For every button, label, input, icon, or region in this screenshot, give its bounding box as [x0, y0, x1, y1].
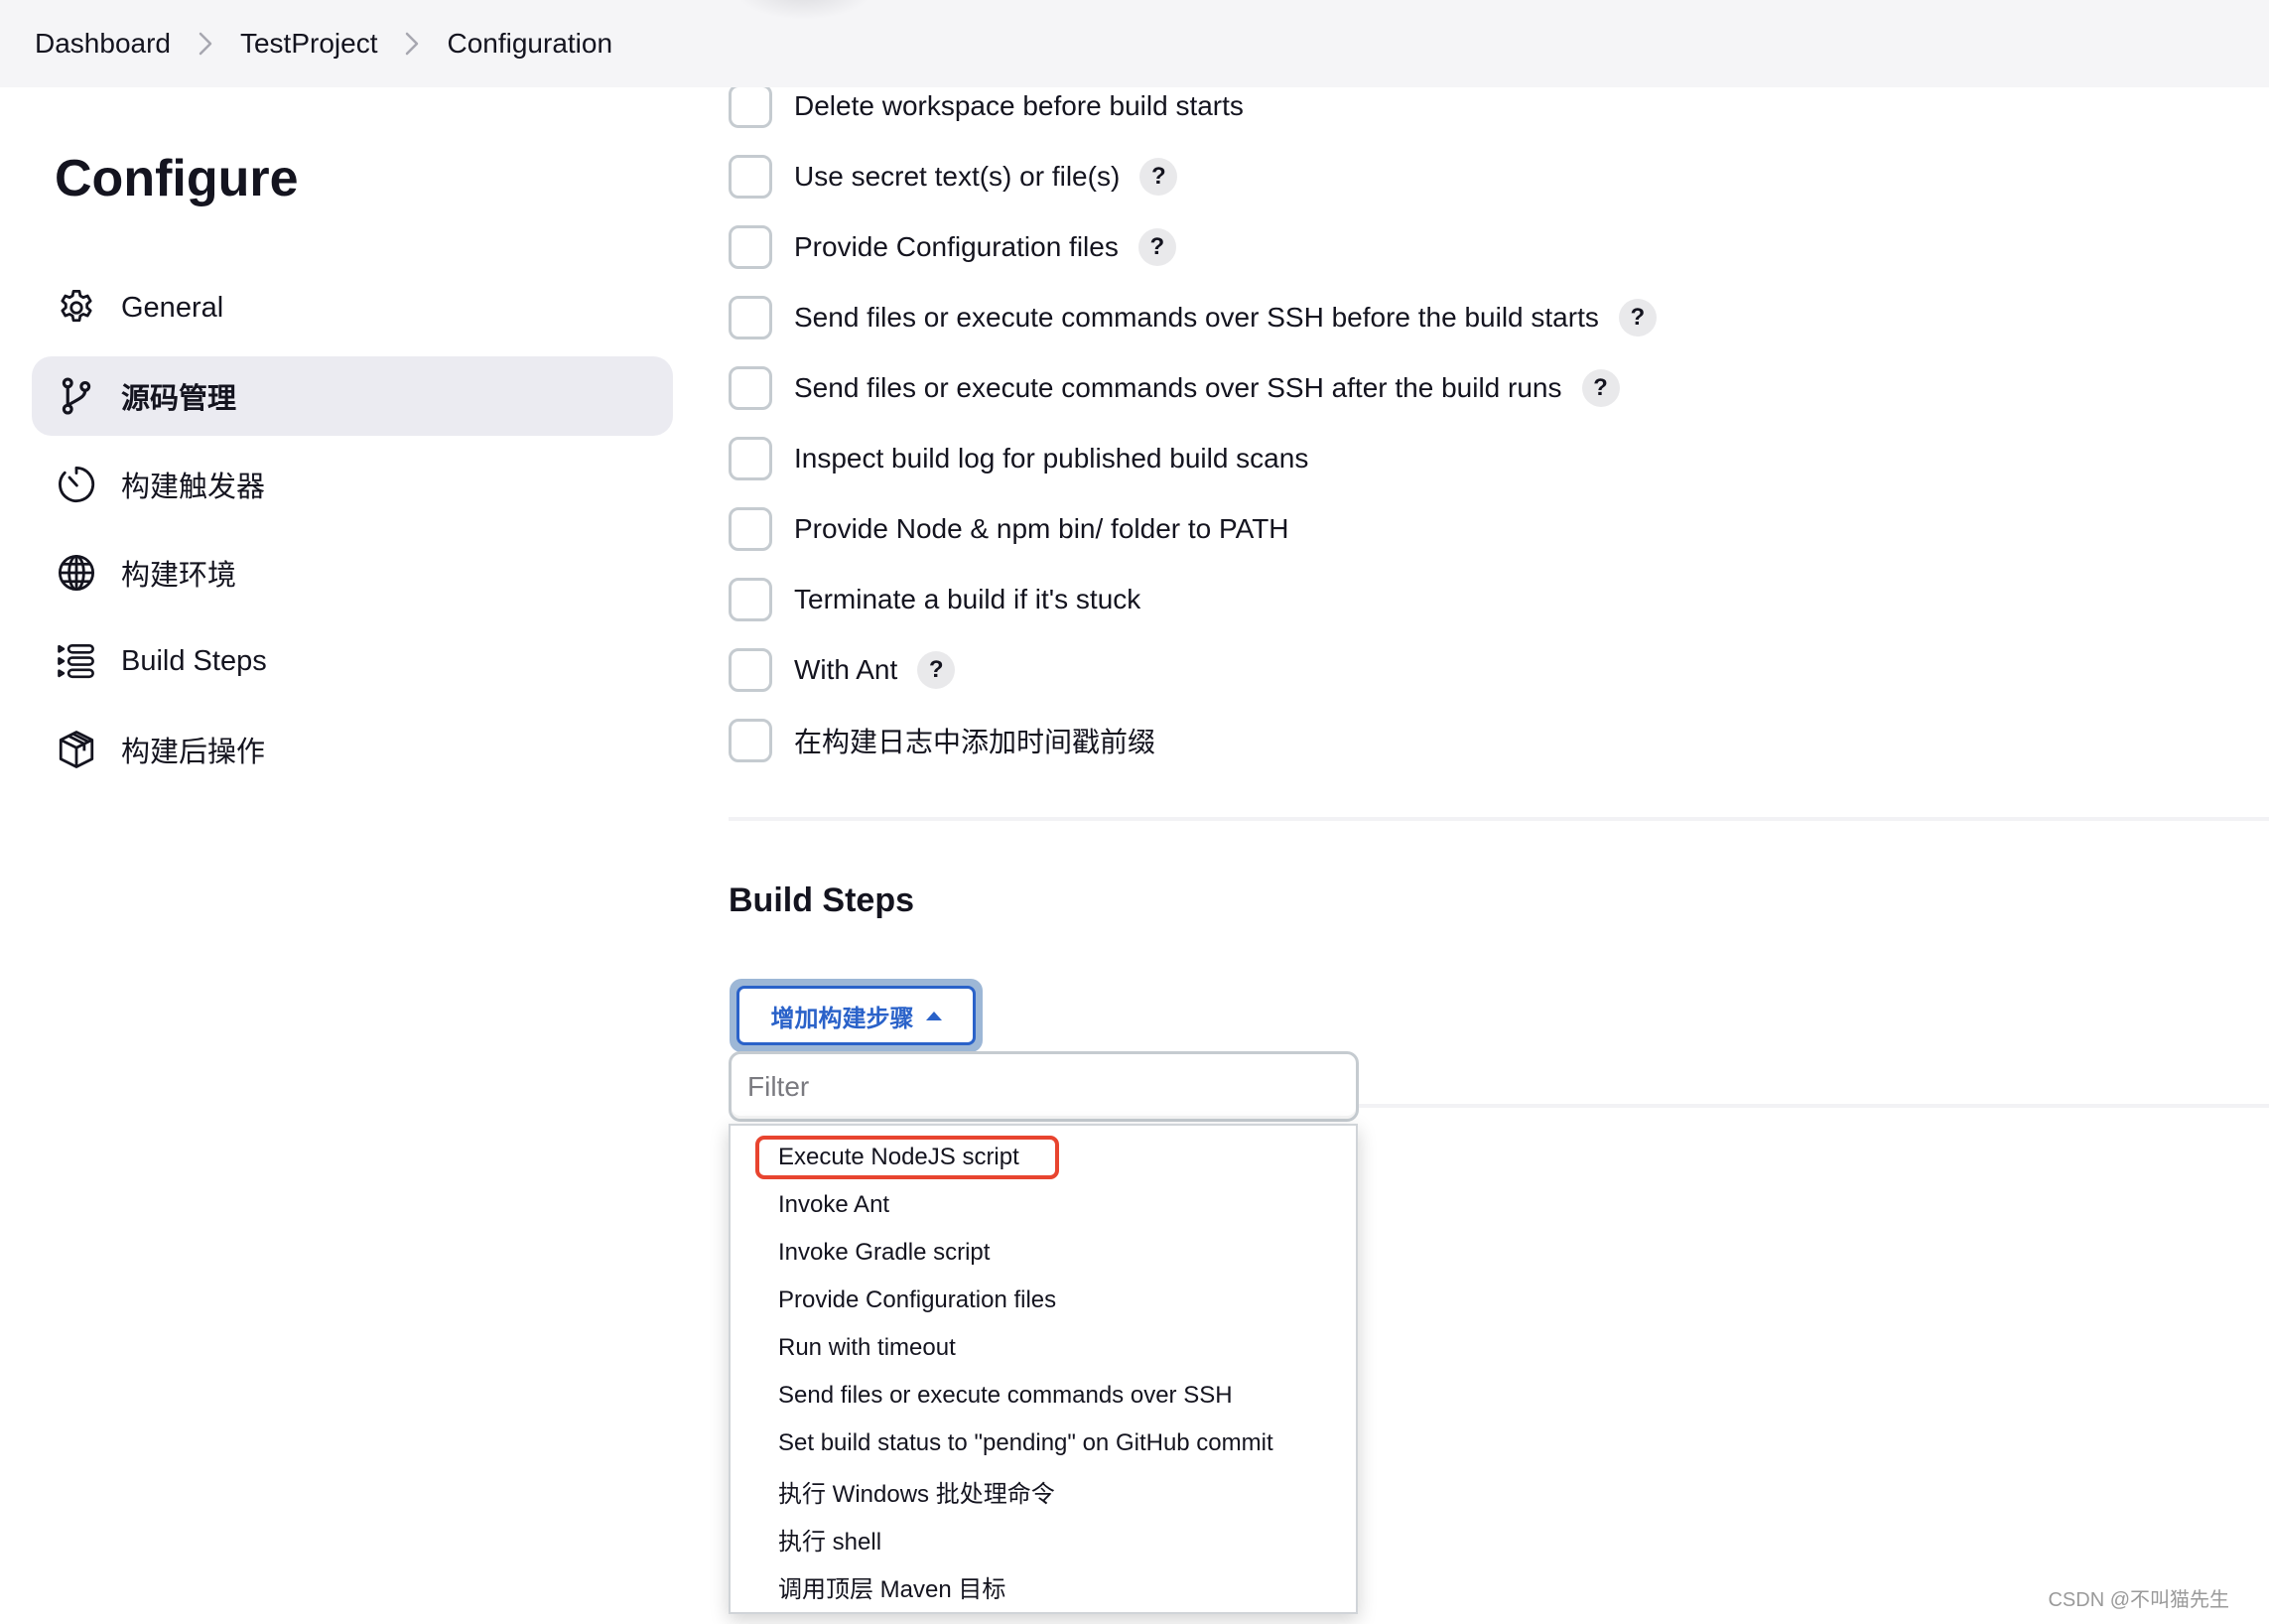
- option-label[interactable]: Inspect build log for published build sc…: [794, 443, 1308, 474]
- breadcrumb-testproject[interactable]: TestProject: [240, 28, 378, 60]
- menu-item-invoke-ant[interactable]: Invoke Ant: [778, 1185, 889, 1225]
- sidebar-item-label: General: [121, 291, 224, 324]
- sidebar-item-label: 构建后操作: [121, 737, 266, 768]
- checkbox[interactable]: [729, 506, 772, 551]
- checkbox[interactable]: [729, 83, 772, 128]
- breadcrumb-dashboard[interactable]: Dashboard: [35, 28, 171, 60]
- option-label[interactable]: Send files or execute commands over SSH …: [794, 302, 1599, 334]
- timer-icon: [55, 463, 98, 506]
- sidebar-item-label: Build Steps: [121, 644, 267, 677]
- option-label[interactable]: With Ant: [794, 654, 897, 686]
- sidebar-item-label: 构建环境: [121, 560, 237, 592]
- option-label[interactable]: Use secret text(s) or file(s): [794, 161, 1120, 193]
- option-label[interactable]: 在构建日志中添加时间戳前缀: [794, 721, 1155, 760]
- list-steps-icon: [55, 639, 98, 683]
- build-environment-options: Delete workspace before build starts Use…: [729, 70, 1657, 775]
- sidebar-item-label: 源码管理: [121, 383, 237, 415]
- help-icon[interactable]: ?: [1581, 368, 1620, 407]
- sidebar-item-build-steps[interactable]: Build Steps: [32, 621, 673, 701]
- option-terminate-stuck-build: Terminate a build if it's stuck: [729, 564, 1657, 634]
- option-ssh-after-build: Send files or execute commands over SSH …: [729, 352, 1657, 423]
- help-icon[interactable]: ?: [1618, 298, 1657, 337]
- filter-input[interactable]: [729, 1051, 1359, 1122]
- checkbox[interactable]: [729, 577, 772, 621]
- option-provide-node-npm: Provide Node & npm bin/ folder to PATH: [729, 493, 1657, 564]
- gear-icon: [55, 286, 98, 330]
- add-build-step-button[interactable]: 增加构建步骤: [736, 986, 976, 1045]
- menu-item-provide-config-files[interactable]: Provide Configuration files: [778, 1281, 1056, 1320]
- package-icon: [55, 728, 98, 771]
- checkbox[interactable]: [729, 436, 772, 480]
- checkbox[interactable]: [729, 224, 772, 269]
- chevron-right-icon: [377, 32, 447, 56]
- option-label[interactable]: Terminate a build if it's stuck: [794, 584, 1140, 615]
- option-label[interactable]: Provide Node & npm bin/ folder to PATH: [794, 513, 1289, 545]
- help-icon[interactable]: ?: [1137, 227, 1176, 266]
- menu-item-send-files-ssh[interactable]: Send files or execute commands over SSH: [778, 1376, 1233, 1416]
- page-title: Configure: [55, 150, 299, 207]
- sidebar-item-build-triggers[interactable]: 构建触发器: [32, 445, 673, 524]
- checkbox[interactable]: [729, 295, 772, 339]
- chevron-right-icon: [171, 32, 240, 56]
- checkbox[interactable]: [729, 365, 772, 410]
- option-provide-config-files: Provide Configuration files ?: [729, 211, 1657, 282]
- checkbox[interactable]: [729, 647, 772, 692]
- globe-icon: [55, 551, 98, 595]
- sidebar-nav: General 源码管理 构建触发器 构建环境 Build Steps 构建后操…: [32, 268, 673, 798]
- option-timestamp-prefix: 在构建日志中添加时间戳前缀: [729, 705, 1657, 775]
- menu-item-windows-batch[interactable]: 执行 Windows 批处理命令: [778, 1471, 1055, 1511]
- breadcrumb-configuration[interactable]: Configuration: [447, 28, 612, 60]
- sidebar-item-label: 构建触发器: [121, 472, 266, 503]
- help-icon[interactable]: ?: [917, 650, 956, 689]
- menu-item-invoke-gradle[interactable]: Invoke Gradle script: [778, 1233, 990, 1273]
- header-shadow-decoration: [734, 0, 873, 20]
- menu-item-github-pending[interactable]: Set build status to "pending" on GitHub …: [778, 1423, 1273, 1463]
- sidebar-item-source-code-management[interactable]: 源码管理: [32, 356, 673, 436]
- breadcrumb: Dashboard TestProject Configuration: [35, 0, 612, 87]
- option-label[interactable]: Delete workspace before build starts: [794, 90, 1244, 122]
- section-divider: [729, 817, 2269, 821]
- option-use-secret-text: Use secret text(s) or file(s) ?: [729, 141, 1657, 211]
- option-label[interactable]: Send files or execute commands over SSH …: [794, 372, 1562, 404]
- checkbox[interactable]: [729, 154, 772, 199]
- option-with-ant: With Ant ?: [729, 634, 1657, 705]
- add-build-step-label: 增加构建步骤: [770, 1005, 914, 1032]
- sidebar-item-general[interactable]: General: [32, 268, 673, 347]
- sidebar-item-post-build-actions[interactable]: 构建后操作: [32, 710, 673, 789]
- option-label[interactable]: Provide Configuration files: [794, 231, 1119, 263]
- build-steps-heading: Build Steps: [729, 881, 915, 919]
- build-step-menu: Execute NodeJS script Invoke Ant Invoke …: [729, 1124, 1358, 1614]
- caret-up-icon: [925, 1011, 942, 1020]
- top-bar: Dashboard TestProject Configuration: [0, 0, 2269, 87]
- menu-item-shell[interactable]: 执行 shell: [778, 1519, 881, 1558]
- checkbox[interactable]: [729, 718, 772, 762]
- help-icon[interactable]: ?: [1139, 157, 1178, 196]
- menu-item-maven[interactable]: 调用顶层 Maven 目标: [778, 1566, 1005, 1606]
- option-ssh-before-build: Send files or execute commands over SSH …: [729, 282, 1657, 352]
- menu-item-run-with-timeout[interactable]: Run with timeout: [778, 1328, 956, 1368]
- watermark: CSDN @不叫猫先生: [2048, 1589, 2229, 1611]
- menu-item-execute-nodejs[interactable]: Execute NodeJS script: [778, 1138, 1019, 1177]
- git-branch-icon: [55, 374, 98, 418]
- sidebar-item-build-environment[interactable]: 构建环境: [32, 533, 673, 612]
- option-inspect-build-log: Inspect build log for published build sc…: [729, 423, 1657, 493]
